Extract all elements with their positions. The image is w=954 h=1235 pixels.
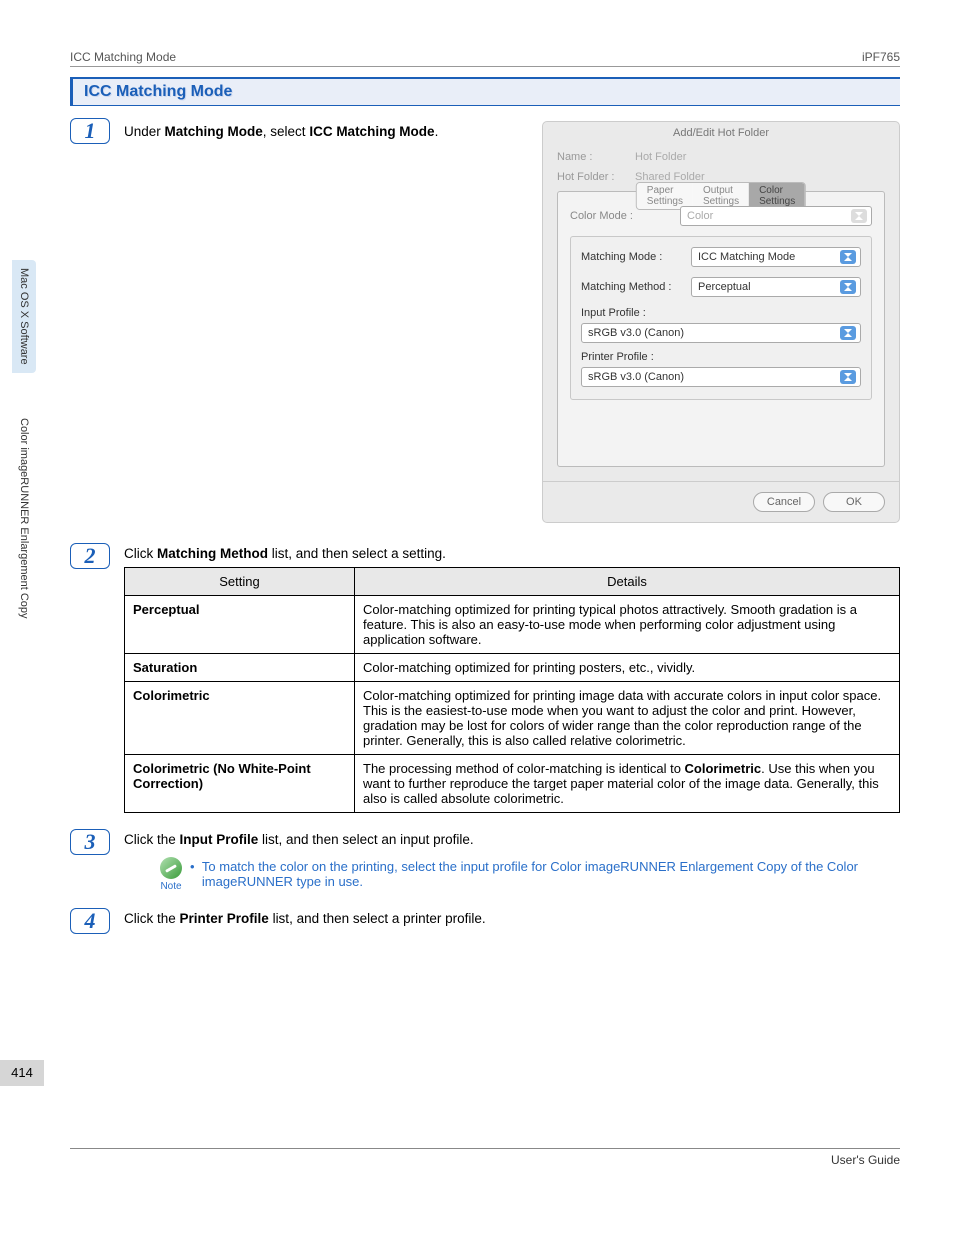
matching-method-label: Matching Method :	[581, 281, 691, 293]
details-cell: Color-matching optimized for printing im…	[355, 682, 900, 755]
sidebar-tab-enlargement-copy[interactable]: Color imageRUNNER Enlargement Copy	[12, 410, 36, 627]
section-title: ICC Matching Mode	[78, 83, 892, 101]
color-mode-label: Color Mode :	[570, 210, 680, 222]
dropdown-icon	[840, 280, 856, 294]
table-row: Perceptual Color-matching optimized for …	[125, 596, 900, 654]
sidebar: Mac OS X Software Color imageRUNNER Enla…	[0, 0, 40, 1100]
dialog-title: Add/Edit Hot Folder	[543, 122, 899, 147]
step-2: 2 Click Matching Method list, and then s…	[70, 543, 900, 813]
step-3-text: Click the Input Profile list, and then s…	[124, 832, 900, 847]
details-cell: Color-matching optimized for printing po…	[355, 654, 900, 682]
table-header-row: Setting Details	[125, 568, 900, 596]
hotfolder-label: Hot Folder :	[557, 171, 635, 183]
step-3: 3 Click the Input Profile list, and then…	[70, 829, 900, 892]
dropdown-icon	[840, 370, 856, 384]
note-block: Note •To match the color on the printing…	[152, 857, 900, 892]
matching-mode-select[interactable]: ICC Matching Mode	[691, 247, 861, 267]
step-number-4: 4	[70, 908, 110, 934]
step-number-2: 2	[70, 543, 110, 569]
setting-cell: Colorimetric (No White-Point Correction)	[125, 755, 355, 813]
setting-cell: Colorimetric	[125, 682, 355, 755]
note-label: Note	[152, 881, 190, 892]
dropdown-icon	[840, 326, 856, 340]
matching-method-table: Setting Details Perceptual Color-matchin…	[124, 567, 900, 813]
section-title-bar: ICC Matching Mode	[70, 77, 900, 106]
step-1: 1 Under Matching Mode, select ICC Matchi…	[70, 118, 900, 523]
details-cell: Color-matching optimized for printing ty…	[355, 596, 900, 654]
add-edit-hot-folder-dialog: Add/Edit Hot Folder Name : Hot Folder Ho…	[542, 121, 900, 523]
main-content: ICC Matching Mode iPF765 ICC Matching Mo…	[70, 50, 900, 946]
ok-button[interactable]: OK	[823, 492, 885, 512]
dialog-tab-panel: Paper Settings Output Settings Color Set…	[557, 191, 885, 467]
cancel-button[interactable]: Cancel	[753, 492, 815, 512]
sidebar-tab-software[interactable]: Mac OS X Software	[12, 260, 36, 373]
th-setting: Setting	[125, 568, 355, 596]
setting-cell: Saturation	[125, 654, 355, 682]
name-label: Name :	[557, 151, 635, 163]
step-1-text: Under Matching Mode, select ICC Matching…	[124, 121, 504, 139]
input-profile-label: Input Profile :	[581, 307, 861, 319]
footer: User's Guide	[70, 1148, 900, 1167]
dropdown-icon	[840, 250, 856, 264]
th-details: Details	[355, 568, 900, 596]
name-value: Hot Folder	[635, 151, 686, 163]
header-left: ICC Matching Mode	[70, 50, 176, 64]
color-mode-select[interactable]: Color	[680, 206, 872, 226]
table-row: Saturation Color-matching optimized for …	[125, 654, 900, 682]
table-row: Colorimetric Color-matching optimized fo…	[125, 682, 900, 755]
details-cell: The processing method of color-matching …	[355, 755, 900, 813]
matching-mode-label: Matching Mode :	[581, 251, 691, 263]
header-right: iPF765	[862, 50, 900, 64]
step-4-text: Click the Printer Profile list, and then…	[124, 911, 900, 926]
printer-profile-select[interactable]: sRGB v3.0 (Canon)	[581, 367, 861, 387]
note-icon	[160, 857, 182, 879]
step-4: 4 Click the Printer Profile list, and th…	[70, 908, 900, 934]
page-header: ICC Matching Mode iPF765	[70, 50, 900, 67]
dropdown-icon	[851, 209, 867, 223]
step-2-text: Click Matching Method list, and then sel…	[124, 546, 900, 561]
table-row: Colorimetric (No White-Point Correction)…	[125, 755, 900, 813]
setting-cell: Perceptual	[125, 596, 355, 654]
input-profile-select[interactable]: sRGB v3.0 (Canon)	[581, 323, 861, 343]
matching-method-select[interactable]: Perceptual	[691, 277, 861, 297]
page-number: 414	[0, 1060, 44, 1086]
note-text: •To match the color on the printing, sel…	[190, 857, 900, 889]
step-number-1: 1	[70, 118, 110, 144]
step-number-3: 3	[70, 829, 110, 855]
printer-profile-label: Printer Profile :	[581, 351, 861, 363]
